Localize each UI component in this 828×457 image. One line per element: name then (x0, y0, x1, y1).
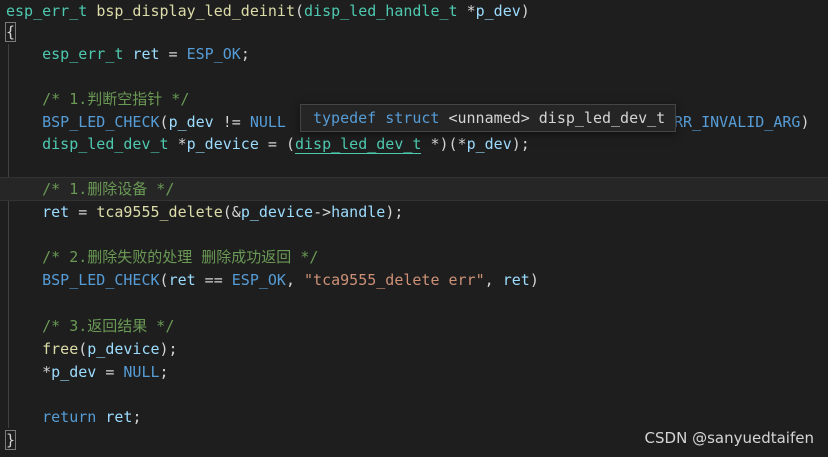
watermark: CSDN @sanyuedtaifen (644, 429, 814, 447)
paren-open: ( (159, 113, 169, 131)
keyword-token: return (42, 408, 97, 426)
paren-open: ( (295, 2, 305, 20)
code-line-cast[interactable]: disp_led_dev_t *p_device = (disp_led_dev… (0, 133, 828, 155)
type-token[interactable]: disp_led_dev_t (42, 135, 168, 153)
code-line-ret-check[interactable]: BSP_LED_CHECK(ret == ESP_OK, "tca9555_de… (0, 269, 828, 291)
macro-token[interactable]: ESP_OK (187, 45, 241, 63)
tooltip-type-name: disp_led_dev_t (538, 109, 666, 127)
variable-token[interactable]: p_dev (51, 363, 96, 381)
pointer-star: * (168, 135, 187, 153)
paren-open: ( (159, 271, 169, 289)
type-token: esp_err_t (42, 45, 124, 63)
tooltip-keyword: typedef (313, 109, 377, 127)
tooltip-unnamed: <unnamed> (448, 109, 530, 127)
function-name[interactable]: bsp_display_led_deinit (96, 2, 295, 20)
code-line-ret-decl[interactable]: esp_err_t ret = ESP_OK; (0, 43, 828, 65)
semicolon: ); (385, 203, 404, 221)
variable-token[interactable]: ret (132, 45, 159, 63)
code-line-null-assign[interactable]: *p_dev = NULL; (0, 361, 828, 383)
variable-token[interactable]: ret (503, 271, 530, 289)
code-line-comment-2[interactable]: /* 1.删除设备 */ (0, 177, 828, 201)
arrow-operator: -> (313, 203, 332, 221)
string-token: "tca9555_delete err" (304, 271, 485, 289)
param-type[interactable]: disp_led_handle_t (304, 2, 458, 20)
operator-token: (& (222, 203, 241, 221)
comment-token: /* 1.判断空指针 */ (42, 90, 190, 108)
semicolon: ; (132, 408, 142, 426)
comma: , (484, 271, 503, 289)
variable-token[interactable]: p_device (187, 135, 259, 153)
comment-token: /* 2.删除失败的处理 删除成功返回 */ (42, 248, 319, 266)
semicolon: ); (159, 340, 178, 358)
variable-token[interactable]: p_dev (169, 113, 214, 131)
function-token[interactable]: tca9555_delete (96, 203, 222, 221)
param-name[interactable]: p_dev (476, 2, 521, 20)
macro-token[interactable]: RR_INVALID_ARG (674, 113, 800, 131)
close-brace: } (4, 430, 17, 450)
operator-token: = (96, 363, 124, 381)
return-type: esp_err_t (6, 2, 88, 20)
operator-token: = ( (258, 135, 295, 153)
paren-close: ) (520, 2, 530, 20)
operator-token: = (159, 45, 187, 63)
operator-token: != (213, 113, 250, 131)
code-line-return[interactable]: return ret; (0, 406, 828, 428)
variable-token[interactable]: p_device (241, 203, 313, 221)
pointer-star: * (457, 2, 476, 20)
variable-token[interactable]: p_dev (467, 135, 512, 153)
code-line-null-check-tail[interactable]: RR_INVALID_ARG) (674, 111, 828, 133)
paren-close: ) (529, 271, 539, 289)
null-token[interactable]: NULL (250, 113, 286, 131)
pointer-star: * (42, 363, 52, 381)
function-token[interactable]: free (42, 340, 78, 358)
semicolon: ; (240, 45, 250, 63)
variable-token[interactable]: ret (105, 408, 132, 426)
variable-token[interactable]: ret (169, 271, 196, 289)
operator-token: == (195, 271, 232, 289)
macro-token[interactable]: BSP_LED_CHECK (42, 271, 159, 289)
variable-token[interactable]: ret (42, 203, 69, 221)
variable-token[interactable]: p_device (87, 340, 159, 358)
semicolon: ); (511, 135, 530, 153)
operator-token: = (69, 203, 97, 221)
code-line-open-brace[interactable]: { (0, 21, 828, 43)
comment-token: /* 3.返回结果 */ (42, 317, 175, 335)
code-line-comment-4[interactable]: /* 3.返回结果 */ (0, 315, 828, 337)
code-editor[interactable]: esp_err_t bsp_display_led_deinit(disp_le… (0, 0, 828, 457)
comma: , (285, 271, 305, 289)
code-line-function-signature[interactable]: esp_err_t bsp_display_led_deinit(disp_le… (0, 0, 828, 22)
macro-token[interactable]: ESP_OK (232, 271, 286, 289)
open-brace: { (4, 22, 17, 42)
code-line-free[interactable]: free(p_device); (0, 338, 828, 360)
field-token[interactable]: handle (331, 203, 385, 221)
hovered-type-token[interactable]: disp_led_dev_t (295, 135, 422, 154)
code-line-comment-3[interactable]: /* 2.删除失败的处理 删除成功返回 */ (0, 246, 828, 268)
hover-tooltip: typedef struct <unnamed> disp_led_dev_t (300, 104, 677, 132)
tooltip-keyword: struct (385, 109, 440, 127)
operator-token: *)(* (421, 135, 467, 153)
null-token[interactable]: NULL (123, 363, 159, 381)
paren-close: ) (800, 113, 810, 131)
code-line-delete-call[interactable]: ret = tca9555_delete(&p_device->handle); (0, 201, 828, 223)
paren-open: ( (78, 340, 88, 358)
comment-token: /* 1.删除设备 */ (42, 180, 175, 198)
macro-token[interactable]: BSP_LED_CHECK (42, 113, 159, 131)
semicolon: ; (159, 363, 169, 381)
